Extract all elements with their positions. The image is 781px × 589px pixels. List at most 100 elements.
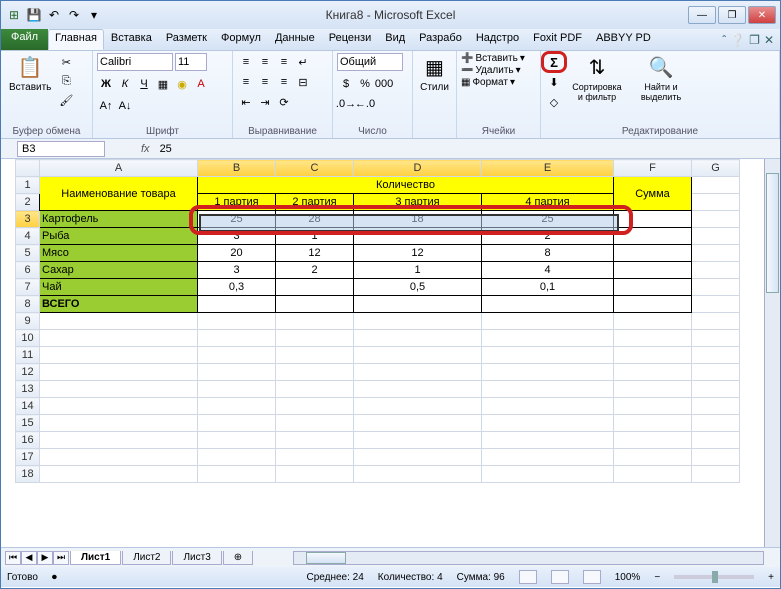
cell[interactable]: Чай	[40, 279, 198, 296]
cell[interactable]: Сумма	[614, 177, 692, 211]
zoom-out-button[interactable]: −	[654, 572, 660, 583]
percent-icon[interactable]: %	[356, 75, 374, 93]
cell[interactable]: 3	[198, 228, 276, 245]
row-header[interactable]: 17	[16, 449, 40, 466]
tab-addins[interactable]: Надстро	[469, 29, 526, 50]
row-header[interactable]: 7	[16, 279, 40, 296]
merge-icon[interactable]: ⊟	[294, 73, 312, 91]
window-restore-icon[interactable]: ❐	[749, 33, 760, 47]
cell[interactable]: 12	[276, 245, 354, 262]
tab-nav-last[interactable]: ⏭	[53, 551, 69, 565]
cell[interactable]: 4 партия	[482, 194, 614, 211]
clear-button[interactable]: ◇	[545, 93, 563, 111]
align-right-icon[interactable]: ≡	[275, 73, 293, 91]
font-size-combo[interactable]: 11	[175, 53, 207, 71]
cell[interactable]: 25	[482, 211, 614, 228]
paste-button[interactable]: 📋 Вставить	[5, 53, 55, 136]
align-left-icon[interactable]: ≡	[237, 73, 255, 91]
wrap-text-icon[interactable]: ↵	[294, 53, 312, 71]
col-header-e[interactable]: E	[482, 160, 614, 177]
minimize-ribbon-icon[interactable]: ˆ	[722, 33, 726, 47]
sheet-tab[interactable]: Лист3	[172, 551, 221, 565]
cell[interactable]: 20	[198, 245, 276, 262]
redo-icon[interactable]: ↷	[65, 6, 83, 24]
tab-formulas[interactable]: Формул	[214, 29, 268, 50]
row-header[interactable]: 6	[16, 262, 40, 279]
cell[interactable]: Сахар	[40, 262, 198, 279]
row-header[interactable]: 12	[16, 364, 40, 381]
sheet-tab[interactable]: Лист2	[122, 551, 171, 565]
currency-icon[interactable]: $	[337, 75, 355, 93]
align-center-icon[interactable]: ≡	[256, 73, 274, 91]
font-name-combo[interactable]: Calibri	[97, 53, 173, 71]
find-select-button[interactable]: 🔍 Найти и выделить	[631, 53, 691, 136]
border-button[interactable]: ▦	[154, 75, 172, 93]
cell[interactable]: Наименование товара	[40, 177, 198, 211]
tab-nav-next[interactable]: ▶	[37, 551, 53, 565]
maximize-button[interactable]: ❐	[718, 6, 746, 24]
row-header[interactable]: 3	[16, 211, 40, 228]
fill-button[interactable]: ⬇	[545, 73, 563, 91]
cell[interactable]	[692, 211, 740, 228]
cell[interactable]	[354, 228, 482, 245]
cell[interactable]: 1 партия	[198, 194, 276, 211]
cell[interactable]	[276, 296, 354, 313]
grow-font-icon[interactable]: A↑	[97, 97, 115, 115]
copy-icon[interactable]: ⎘	[57, 72, 75, 90]
cell[interactable]	[692, 228, 740, 245]
qat-more-icon[interactable]: ▾	[85, 6, 103, 24]
cell[interactable]: 3 партия	[354, 194, 482, 211]
align-top-icon[interactable]: ≡	[237, 53, 255, 71]
cell[interactable]: Мясо	[40, 245, 198, 262]
undo-icon[interactable]: ↶	[45, 6, 63, 24]
cell[interactable]: 2 партия	[276, 194, 354, 211]
worksheet-grid[interactable]: A B C D E F G 1 Наименование товара Коли…	[1, 159, 780, 547]
row-header[interactable]: 18	[16, 466, 40, 483]
cell[interactable]	[354, 296, 482, 313]
cell[interactable]	[614, 245, 692, 262]
cell[interactable]: 0,5	[354, 279, 482, 296]
italic-button[interactable]: К	[116, 75, 134, 93]
col-header-a[interactable]: A	[40, 160, 198, 177]
cell[interactable]	[614, 211, 692, 228]
cell[interactable]	[482, 296, 614, 313]
tab-data[interactable]: Данные	[268, 29, 322, 50]
indent-inc-icon[interactable]: ⇥	[256, 93, 274, 111]
font-color-button[interactable]: A	[192, 75, 210, 93]
insert-cells-button[interactable]: ➕Вставить ▾	[461, 53, 536, 64]
cell[interactable]: 12	[354, 245, 482, 262]
save-icon[interactable]: 💾	[25, 6, 43, 24]
row-header[interactable]: 2	[16, 194, 40, 211]
col-header-g[interactable]: G	[692, 160, 740, 177]
format-cells-button[interactable]: ▦Формат ▾	[461, 77, 536, 88]
cell[interactable]: 3	[198, 262, 276, 279]
scrollbar-thumb[interactable]	[766, 173, 779, 293]
fill-color-button[interactable]: ◉	[173, 75, 191, 93]
tab-foxit[interactable]: Foxit PDF	[526, 29, 589, 50]
cell[interactable]: 25	[198, 211, 276, 228]
align-bot-icon[interactable]: ≡	[275, 53, 293, 71]
styles-button[interactable]: ▦ Стили	[417, 53, 452, 95]
cell[interactable]: 1	[276, 228, 354, 245]
zoom-level[interactable]: 100%	[615, 572, 641, 583]
row-header[interactable]: 9	[16, 313, 40, 330]
scrollbar-thumb[interactable]	[306, 552, 346, 564]
cell[interactable]: 8	[482, 245, 614, 262]
bold-button[interactable]: Ж	[97, 75, 115, 93]
inc-decimal-icon[interactable]: .0→	[337, 95, 355, 113]
cell[interactable]	[692, 177, 740, 194]
row-header[interactable]: 1	[16, 177, 40, 194]
select-all-corner[interactable]	[16, 160, 40, 177]
tab-view[interactable]: Вид	[378, 29, 412, 50]
underline-button[interactable]: Ч	[135, 75, 153, 93]
number-format-combo[interactable]: Общий	[337, 53, 403, 71]
cell[interactable]: Количество	[198, 177, 614, 194]
sheet-tab[interactable]: Лист1	[70, 551, 121, 565]
tab-review[interactable]: Рецензи	[322, 29, 379, 50]
cell[interactable]	[692, 245, 740, 262]
col-header-f[interactable]: F	[614, 160, 692, 177]
horizontal-scrollbar[interactable]	[293, 551, 764, 565]
cell[interactable]	[614, 228, 692, 245]
vertical-scrollbar[interactable]	[764, 159, 780, 547]
tab-nav-prev[interactable]: ◀	[21, 551, 37, 565]
